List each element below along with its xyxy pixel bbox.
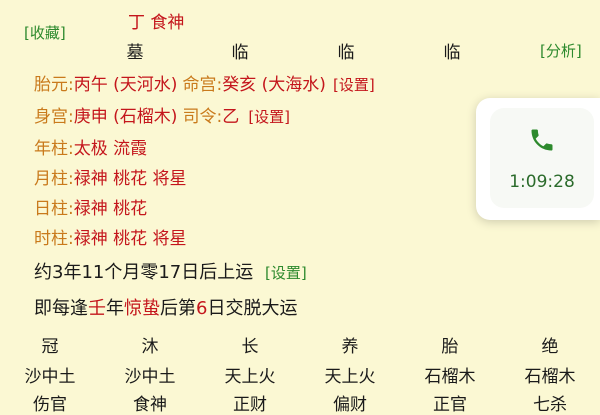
grid-nayin: 石榴木	[524, 367, 576, 387]
year-pillar-value: 太极 流霞	[73, 139, 148, 159]
grid-god: 伤官	[33, 395, 67, 415]
ten-god-star: 丁 食神	[128, 13, 185, 33]
ongoing-call-card[interactable]: 1:09:28	[476, 98, 600, 220]
year-pillar-row: 年柱:太极 流霞	[34, 134, 147, 159]
grid-god: 偏财	[333, 395, 367, 415]
luck-rule-prefix: 即每逢	[34, 298, 88, 319]
taiyuan-row: 胎元:丙午 (天河水) 命宫:癸亥 (大海水) [设置]	[34, 70, 375, 95]
month-pillar-value: 禄神 桃花 将星	[73, 169, 187, 189]
luck-rule-stem: 壬	[88, 298, 106, 319]
grid-god: 七杀	[533, 395, 567, 415]
grid-stage: 长	[241, 337, 259, 357]
siling-value: 乙	[222, 107, 240, 127]
call-bubble[interactable]: 1:09:28	[490, 108, 594, 208]
luck-rule-day: 6	[196, 298, 208, 319]
stage-3: 临	[337, 43, 355, 63]
setting-button-3[interactable]: [设置]	[265, 264, 307, 282]
setting-button-2[interactable]: [设置]	[248, 108, 290, 126]
luck-rule-term: 惊蛰	[124, 298, 160, 319]
day-pillar-label: 日柱:	[34, 199, 74, 219]
shengong-value: 庚申 (石榴木)	[73, 107, 178, 127]
grid-god: 食神	[133, 395, 167, 415]
grid-stage: 沐	[141, 337, 159, 357]
luck-start-text: 约3年11个月零17日后上运	[34, 262, 254, 283]
luck-start-row: 约3年11个月零17日后上运 [设置]	[34, 258, 307, 284]
grid-god: 正财	[233, 395, 267, 415]
day-pillar-value: 禄神 桃花	[73, 199, 148, 219]
favorite-button[interactable]: [收藏]	[24, 22, 66, 43]
grid-nayin: 沙中土	[124, 367, 176, 387]
setting-button-1[interactable]: [设置]	[333, 76, 375, 94]
luck-rule-row: 即每逢壬年惊蛰后第6日交脱大运	[34, 294, 297, 320]
stage-grid-row: 冠 沐 长 养 胎 绝	[0, 332, 600, 357]
grid-nayin: 沙中土	[24, 367, 76, 387]
shengong-label: 身宫:	[34, 107, 74, 127]
phone-icon	[531, 129, 553, 151]
stage-1: 墓	[126, 43, 144, 63]
luck-rule-after: 后第	[160, 298, 196, 319]
shengong-row: 身宫:庚申 (石榴木) 司令:乙 [设置]	[34, 102, 290, 127]
hour-pillar-row: 时柱:禄神 桃花 将星	[34, 224, 187, 249]
minggong-label: 命宫:	[182, 75, 223, 95]
luck-rule-year: 年	[106, 298, 124, 319]
grid-stage: 绝	[541, 337, 559, 357]
day-pillar-row: 日柱:禄神 桃花	[34, 194, 147, 219]
analyze-button[interactable]: [分析]	[540, 40, 582, 61]
god-grid-row: 伤官 食神 正财 偏财 正官 七杀	[0, 390, 600, 415]
grid-stage: 冠	[41, 337, 59, 357]
taiyuan-value: 丙午 (天河水)	[73, 75, 178, 95]
call-duration: 1:09:28	[509, 172, 575, 192]
hour-pillar-label: 时柱:	[34, 229, 74, 249]
luck-rule-suffix: 日交脱大运	[207, 298, 298, 319]
year-pillar-label: 年柱:	[34, 139, 74, 159]
nayin-grid-row: 沙中土 沙中土 天上火 天上火 石榴木 石榴木	[0, 362, 600, 387]
grid-stage: 胎	[441, 337, 459, 357]
siling-label: 司令:	[182, 107, 223, 127]
grid-nayin: 天上火	[224, 367, 276, 387]
hour-pillar-value: 禄神 桃花 将星	[73, 229, 187, 249]
minggong-value: 癸亥 (大海水)	[222, 75, 326, 95]
grid-nayin: 石榴木	[424, 367, 476, 387]
taiyuan-label: 胎元:	[34, 75, 74, 95]
stage-4: 临	[443, 43, 461, 63]
grid-stage: 养	[341, 337, 359, 357]
grid-nayin: 天上火	[324, 367, 376, 387]
month-pillar-label: 月柱:	[34, 169, 74, 189]
month-pillar-row: 月柱:禄神 桃花 将星	[34, 164, 187, 189]
stage-2: 临	[231, 43, 249, 63]
grid-god: 正官	[433, 395, 467, 415]
